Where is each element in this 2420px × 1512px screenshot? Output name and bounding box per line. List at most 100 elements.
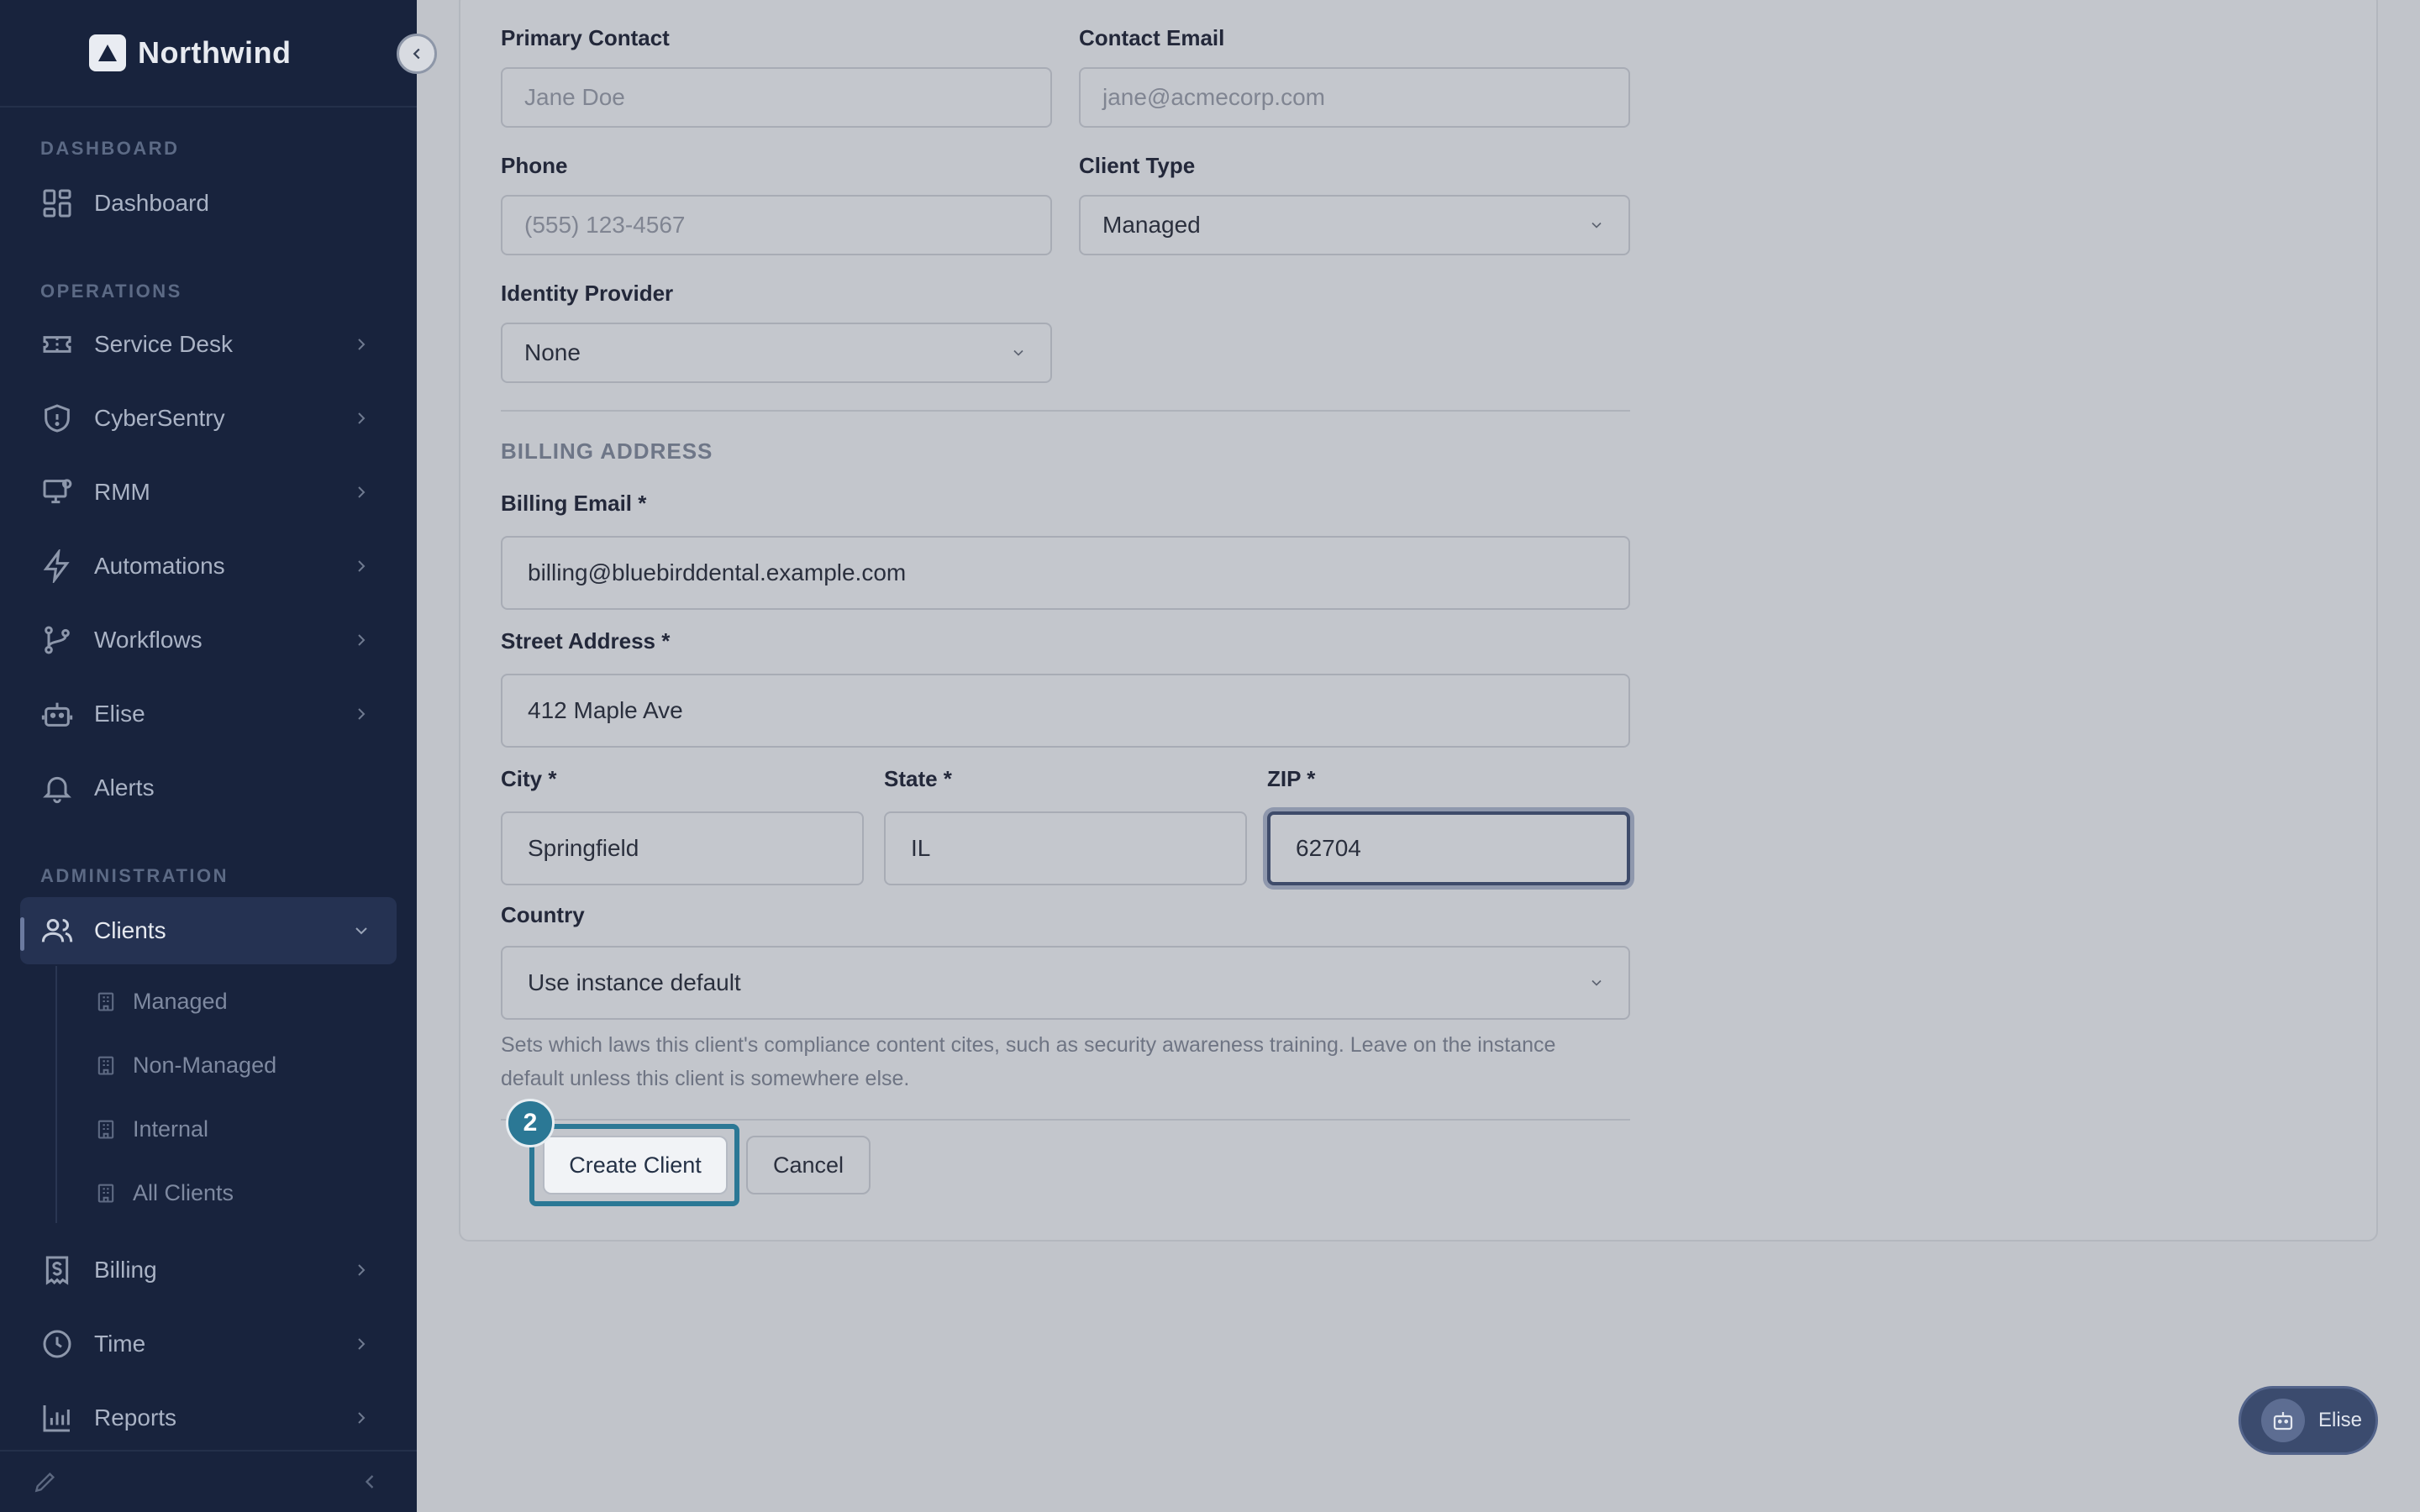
chevron-left-icon <box>413 48 420 60</box>
street-address-label: Street Address * <box>501 628 671 654</box>
lightning-icon <box>43 549 70 583</box>
phone-input[interactable]: (555) 123-4567 <box>501 195 1052 255</box>
client-type-select[interactable]: Managed <box>1079 195 1630 255</box>
chevron-right-icon <box>358 560 366 572</box>
monitor-icon <box>43 479 72 504</box>
billing-address-heading: BILLING ADDRESS <box>501 438 713 464</box>
divider <box>0 106 417 108</box>
country-value: Use instance default <box>528 969 741 995</box>
sidebar-subitem-all-clients[interactable]: All Clients <box>94 1176 234 1210</box>
sidebar-item-label: Elise <box>94 701 145 727</box>
sidebar-item-reports[interactable]: Reports <box>20 1384 397 1452</box>
bell-icon <box>43 776 71 804</box>
state-input[interactable]: IL <box>884 811 1247 885</box>
section-dashboard: DASHBOARD <box>40 138 180 159</box>
identity-provider-value: None <box>524 339 581 365</box>
chevron-right-icon <box>358 634 366 646</box>
chevron-left-icon[interactable] <box>358 1470 381 1494</box>
sidebar-item-rmm[interactable]: RMM <box>20 459 397 526</box>
sidebar-item-workflows[interactable]: Workflows <box>20 606 397 674</box>
country-help-text-line1: Sets which laws this client's compliance… <box>501 1033 1556 1057</box>
sidebar-item-billing[interactable]: Billing <box>20 1236 397 1304</box>
primary-contact-input[interactable]: Jane Doe <box>501 67 1052 128</box>
submenu-line <box>55 966 57 1223</box>
sidebar-item-automations[interactable]: Automations <box>20 533 397 600</box>
sidebar-item-label: Automations <box>94 553 225 579</box>
active-indicator <box>20 917 24 951</box>
building-icon <box>97 1184 114 1203</box>
sidebar-item-label: CyberSentry <box>94 405 225 431</box>
building-icon <box>97 1120 114 1139</box>
bar-chart-icon <box>43 1405 70 1432</box>
northwind-logo-icon <box>89 34 126 71</box>
sidebar-item-clients[interactable]: Clients <box>20 897 397 964</box>
identity-provider-label: Identity Provider <box>501 281 674 306</box>
subitem-label: All Clients <box>133 1179 234 1205</box>
chevron-right-icon <box>358 486 366 498</box>
subitem-label: Internal <box>133 1116 209 1142</box>
client-type-value: Managed <box>1102 212 1201 238</box>
sidebar-item-label: Billing <box>94 1257 157 1283</box>
sidebar-item-dashboard[interactable]: Dashboard <box>20 170 397 237</box>
pencil-icon[interactable] <box>32 1468 59 1495</box>
clock-icon <box>43 1330 71 1358</box>
elise-label: Elise <box>2318 1409 2363 1431</box>
sidebar-item-label: Clients <box>94 917 166 943</box>
chevron-right-icon <box>358 708 366 720</box>
elise-assistant-button[interactable]: Elise <box>2238 1386 2378 1455</box>
sidebar-item-label: Time <box>94 1331 146 1357</box>
chevron-right-icon <box>358 339 366 350</box>
subitem-label: Non-Managed <box>133 1052 277 1078</box>
chevron-right-icon <box>358 412 366 424</box>
step-badge: 2 <box>506 1099 555 1147</box>
section-operations: OPERATIONS <box>40 281 182 302</box>
contact-email-input[interactable]: jane@acmecorp.com <box>1079 67 1630 128</box>
zip-label: ZIP * <box>1267 766 1316 791</box>
zip-input[interactable]: 62704 <box>1267 811 1630 885</box>
collapse-sidebar-button[interactable] <box>397 34 437 74</box>
brand[interactable]: Northwind <box>89 34 291 72</box>
sidebar-item-label: Dashboard <box>94 190 209 216</box>
sidebar-item-time[interactable]: Time <box>20 1310 397 1378</box>
sidebar-subitem-non-managed[interactable]: Non-Managed <box>94 1048 276 1082</box>
sidebar-item-alerts[interactable]: Alerts <box>20 754 397 822</box>
chevron-down-icon <box>1013 349 1023 356</box>
country-select[interactable]: Use instance default <box>501 946 1630 1020</box>
contact-email-label: Contact Email <box>1079 25 1225 50</box>
identity-provider-select[interactable]: None <box>501 323 1052 383</box>
sidebar: Northwind DASHBOARD Dashboard OPERATIONS… <box>0 0 417 1512</box>
chevron-down-icon <box>355 927 367 935</box>
robot-icon <box>41 702 73 727</box>
sidebar-item-service-desk[interactable]: Service Desk <box>20 311 397 378</box>
country-help-text-line2: default unless this client is somewhere … <box>501 1067 910 1090</box>
section-divider <box>501 410 1630 412</box>
section-administration: ADMINISTRATION <box>40 865 229 886</box>
billing-email-label: Billing Email * <box>501 491 647 516</box>
building-icon <box>97 992 114 1011</box>
building-icon <box>97 1056 114 1075</box>
sidebar-item-cybersentry[interactable]: CyberSentry <box>20 385 397 452</box>
sidebar-subitem-managed[interactable]: Managed <box>94 984 228 1018</box>
primary-contact-label: Primary Contact <box>501 25 670 50</box>
sidebar-subitem-internal[interactable]: Internal <box>94 1112 208 1146</box>
cancel-button[interactable]: Cancel <box>746 1136 871 1194</box>
billing-email-input[interactable]: billing@bluebirddental.example.com <box>501 536 1630 610</box>
city-label: City * <box>501 766 557 791</box>
chevron-down-icon <box>1591 222 1602 228</box>
street-address-input[interactable]: 412 Maple Ave <box>501 674 1630 748</box>
state-label: State * <box>884 766 952 791</box>
create-client-button[interactable]: Create Client <box>543 1136 728 1194</box>
sidebar-item-label: RMM <box>94 479 150 505</box>
main-content: Primary Contact Jane Doe Contact Email j… <box>417 0 2420 1512</box>
git-branch-icon <box>45 626 70 654</box>
brand-name: Northwind <box>138 35 292 70</box>
ticket-icon <box>43 336 71 353</box>
create-client-form-card: Primary Contact Jane Doe Contact Email j… <box>459 0 2378 1242</box>
country-label: Country <box>501 902 585 927</box>
chevron-right-icon <box>358 1412 366 1424</box>
city-input[interactable]: Springfield <box>501 811 864 885</box>
sidebar-item-elise[interactable]: Elise <box>20 680 397 748</box>
chevron-down-icon <box>1591 979 1602 986</box>
client-type-label: Client Type <box>1079 153 1196 178</box>
robot-icon <box>2261 1399 2305 1442</box>
